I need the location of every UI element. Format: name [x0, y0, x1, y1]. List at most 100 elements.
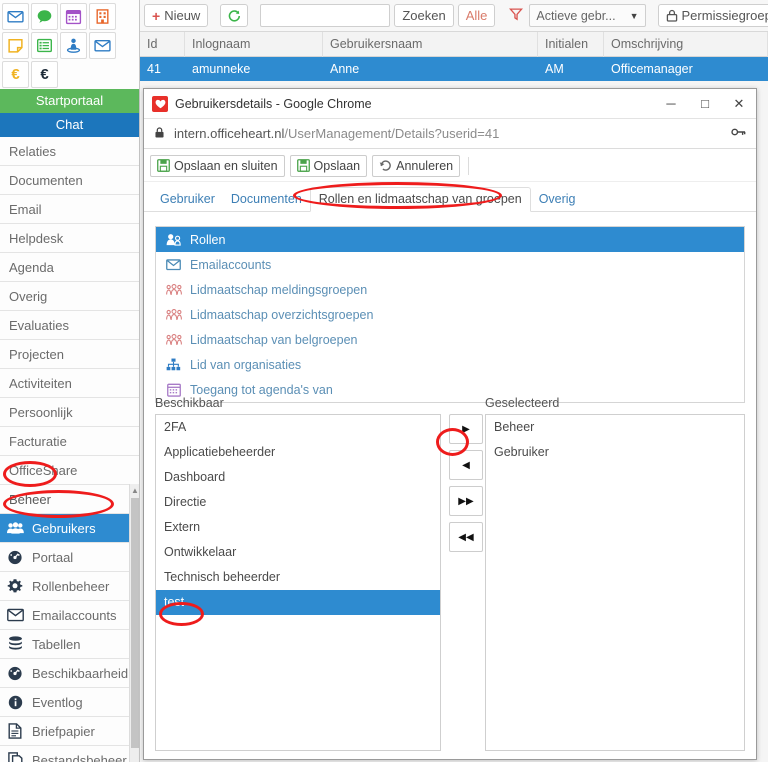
selected-listbox[interactable]: Beheer Gebruiker	[485, 414, 745, 751]
chevron-down-icon: ▼	[629, 10, 639, 21]
sidebar-item-facturatie[interactable]: Facturatie	[0, 427, 139, 456]
person-pin-icon[interactable]	[60, 32, 87, 59]
euro-light-icon[interactable]: €	[2, 61, 29, 88]
list-item[interactable]: Dashboard	[156, 465, 440, 490]
column-id[interactable]: Id	[140, 31, 185, 57]
lock-icon	[666, 9, 677, 22]
list-icon[interactable]	[31, 32, 58, 59]
key-icon[interactable]	[731, 126, 746, 141]
list-item[interactable]: Gebruiker	[486, 440, 744, 465]
move-all-right-button[interactable]: ▶▶	[449, 486, 483, 516]
mail-icon[interactable]	[2, 3, 29, 30]
sidebar-item-documenten[interactable]: Documenten	[0, 166, 139, 195]
tab-gebruiker[interactable]: Gebruiker	[152, 188, 223, 211]
sidebar-item-briefpapier[interactable]: Briefpapier	[0, 717, 139, 746]
url-text: intern.officeheart.nl/UserManagement/Det…	[174, 126, 731, 141]
sidebar-bar-chat[interactable]: Chat	[0, 113, 139, 137]
sidebar-item-tabellen[interactable]: Tabellen	[0, 630, 139, 659]
move-left-button[interactable]: ◀	[449, 450, 483, 480]
save-button[interactable]: Opslaan	[289, 154, 368, 177]
sidebar-item-emailaccounts[interactable]: Emailaccounts	[0, 601, 139, 630]
section-overzichtsgroepen[interactable]: Lidmaatschap overzichtsgroepen	[156, 302, 744, 327]
dialog-page: Opslaan en sluiten Opslaan Annuleren Geb…	[144, 150, 756, 759]
sidebar-item-helpdesk[interactable]: Helpdesk	[0, 224, 139, 253]
search-button[interactable]: Zoeken	[394, 4, 454, 27]
sidebar-item-rollenbeheer[interactable]: Rollenbeheer	[0, 572, 139, 601]
sidebar-item-portaal[interactable]: Portaal	[0, 543, 139, 572]
move-right-button[interactable]: ▶	[449, 414, 483, 444]
sidebar-item-projecten[interactable]: Projecten	[0, 340, 139, 369]
chrome-titlebar[interactable]: Gebruikersdetails - Google Chrome ─ □ ✕	[144, 89, 756, 119]
sidebar-item-eventlog[interactable]: Eventlog	[0, 688, 139, 717]
list-item[interactable]: Extern	[156, 515, 440, 540]
sidebar-item-overig[interactable]: Overig	[0, 282, 139, 311]
permission-groups-button[interactable]: Permissiegroepen	[657, 4, 768, 27]
chrome-omnibox[interactable]: intern.officeheart.nl/UserManagement/Det…	[144, 119, 756, 149]
sidebar-item-agenda[interactable]: Agenda	[0, 253, 139, 282]
column-gebruikersnaam[interactable]: Gebruikersnaam	[323, 31, 538, 57]
sidebar-item-activiteiten[interactable]: Activiteiten	[0, 369, 139, 398]
list-item[interactable]: Directie	[156, 490, 440, 515]
section-rollen[interactable]: Rollen	[156, 227, 744, 252]
list-item[interactable]: 2FA	[156, 415, 440, 440]
list-item[interactable]: Ontwikkelaar	[156, 540, 440, 565]
sidebar-item-beschikbaarheid[interactable]: Beschikbaarheid	[0, 659, 139, 688]
filter-select[interactable]: Actieve gebr... ▼	[529, 4, 646, 27]
chat-icon[interactable]	[31, 3, 58, 30]
scroll-up-icon[interactable]: ▲	[131, 486, 139, 496]
refresh-button[interactable]	[220, 4, 249, 27]
sidebar-item-email[interactable]: Email	[0, 195, 139, 224]
section-organisaties[interactable]: Lid van organisaties	[156, 352, 744, 377]
section-meldingsgroepen[interactable]: Lidmaatschap meldingsgroepen	[156, 277, 744, 302]
sidebar-item-gebruikers[interactable]: Gebruikers	[0, 514, 139, 543]
refresh-icon	[229, 9, 241, 22]
sidebar-item-officeshare[interactable]: OfficeShare	[0, 456, 139, 485]
sidebar-item-evaluaties[interactable]: Evaluaties	[0, 311, 139, 340]
undo-icon	[379, 160, 391, 171]
note-icon[interactable]	[2, 32, 29, 59]
tab-rollen-en-lidmaatschap[interactable]: Rollen en lidmaatschap van groepen	[309, 187, 531, 212]
available-panel: Beschikbaar 2FA Applicatiebeheerder Dash…	[155, 396, 441, 751]
close-button[interactable]: ✕	[722, 89, 756, 118]
lock-icon[interactable]	[154, 126, 165, 142]
section-emailaccounts[interactable]: Emailaccounts	[156, 252, 744, 277]
mail2-icon[interactable]	[89, 32, 116, 59]
sidebar-item-beheer[interactable]: Beheer	[0, 485, 139, 514]
cancel-button[interactable]: Annuleren	[372, 154, 461, 177]
move-all-left-button[interactable]: ◀◀	[449, 522, 483, 552]
save-and-close-button[interactable]: Opslaan en sluiten	[150, 154, 285, 177]
column-inlognaam[interactable]: Inlognaam	[185, 31, 323, 57]
all-button[interactable]: Alle	[457, 4, 496, 27]
list-item-selected[interactable]: test	[156, 590, 440, 615]
euro-dark-icon[interactable]: €	[31, 61, 58, 88]
search-input[interactable]	[260, 4, 391, 27]
section-belgroepen[interactable]: Lidmaatschap van belgroepen	[156, 327, 744, 352]
list-item[interactable]: Technisch beheerder	[156, 565, 440, 590]
maximize-button[interactable]: □	[688, 89, 722, 118]
sidebar-item-label: Tabellen	[32, 636, 81, 652]
section-label: Lidmaatschap overzichtsgroepen	[190, 307, 374, 322]
sidebar-bar-startportaal[interactable]: Startportaal	[0, 89, 139, 113]
column-initialen[interactable]: Initialen	[538, 31, 604, 57]
table-row[interactable]: 41 amunneke Anne AM Officemanager	[140, 57, 768, 81]
new-button[interactable]: + Nieuw	[144, 4, 209, 27]
list-item[interactable]: Applicatiebeheerder	[156, 440, 440, 465]
tab-overig[interactable]: Overig	[531, 188, 584, 211]
permission-groups-label: Permissiegroepen	[681, 8, 768, 23]
tab-documenten[interactable]: Documenten	[223, 188, 310, 211]
available-listbox[interactable]: 2FA Applicatiebeheerder Dashboard Direct…	[155, 414, 441, 751]
funnel-icon[interactable]	[507, 7, 525, 24]
info-icon	[4, 695, 26, 710]
sidebar-item-bestandsbeheer[interactable]: Bestandsbeheer	[0, 746, 139, 762]
list-item[interactable]: Beheer	[486, 415, 744, 440]
column-omschrijving[interactable]: Omschrijving	[604, 31, 768, 57]
grid-toolbar: + Nieuw Zoeken Alle Actieve gebr... ▼ Pe…	[140, 0, 768, 32]
sidebar-item-relaties[interactable]: Relaties	[0, 137, 139, 166]
selected-label: Geselecteerd	[485, 396, 560, 410]
calendar-icon[interactable]	[60, 3, 87, 30]
minimize-button[interactable]: ─	[654, 89, 688, 118]
building-icon[interactable]	[89, 3, 116, 30]
scrollbar-thumb[interactable]	[131, 498, 139, 748]
sidebar-scrollbar[interactable]: ▲	[129, 484, 139, 762]
sidebar-item-persoonlijk[interactable]: Persoonlijk	[0, 398, 139, 427]
